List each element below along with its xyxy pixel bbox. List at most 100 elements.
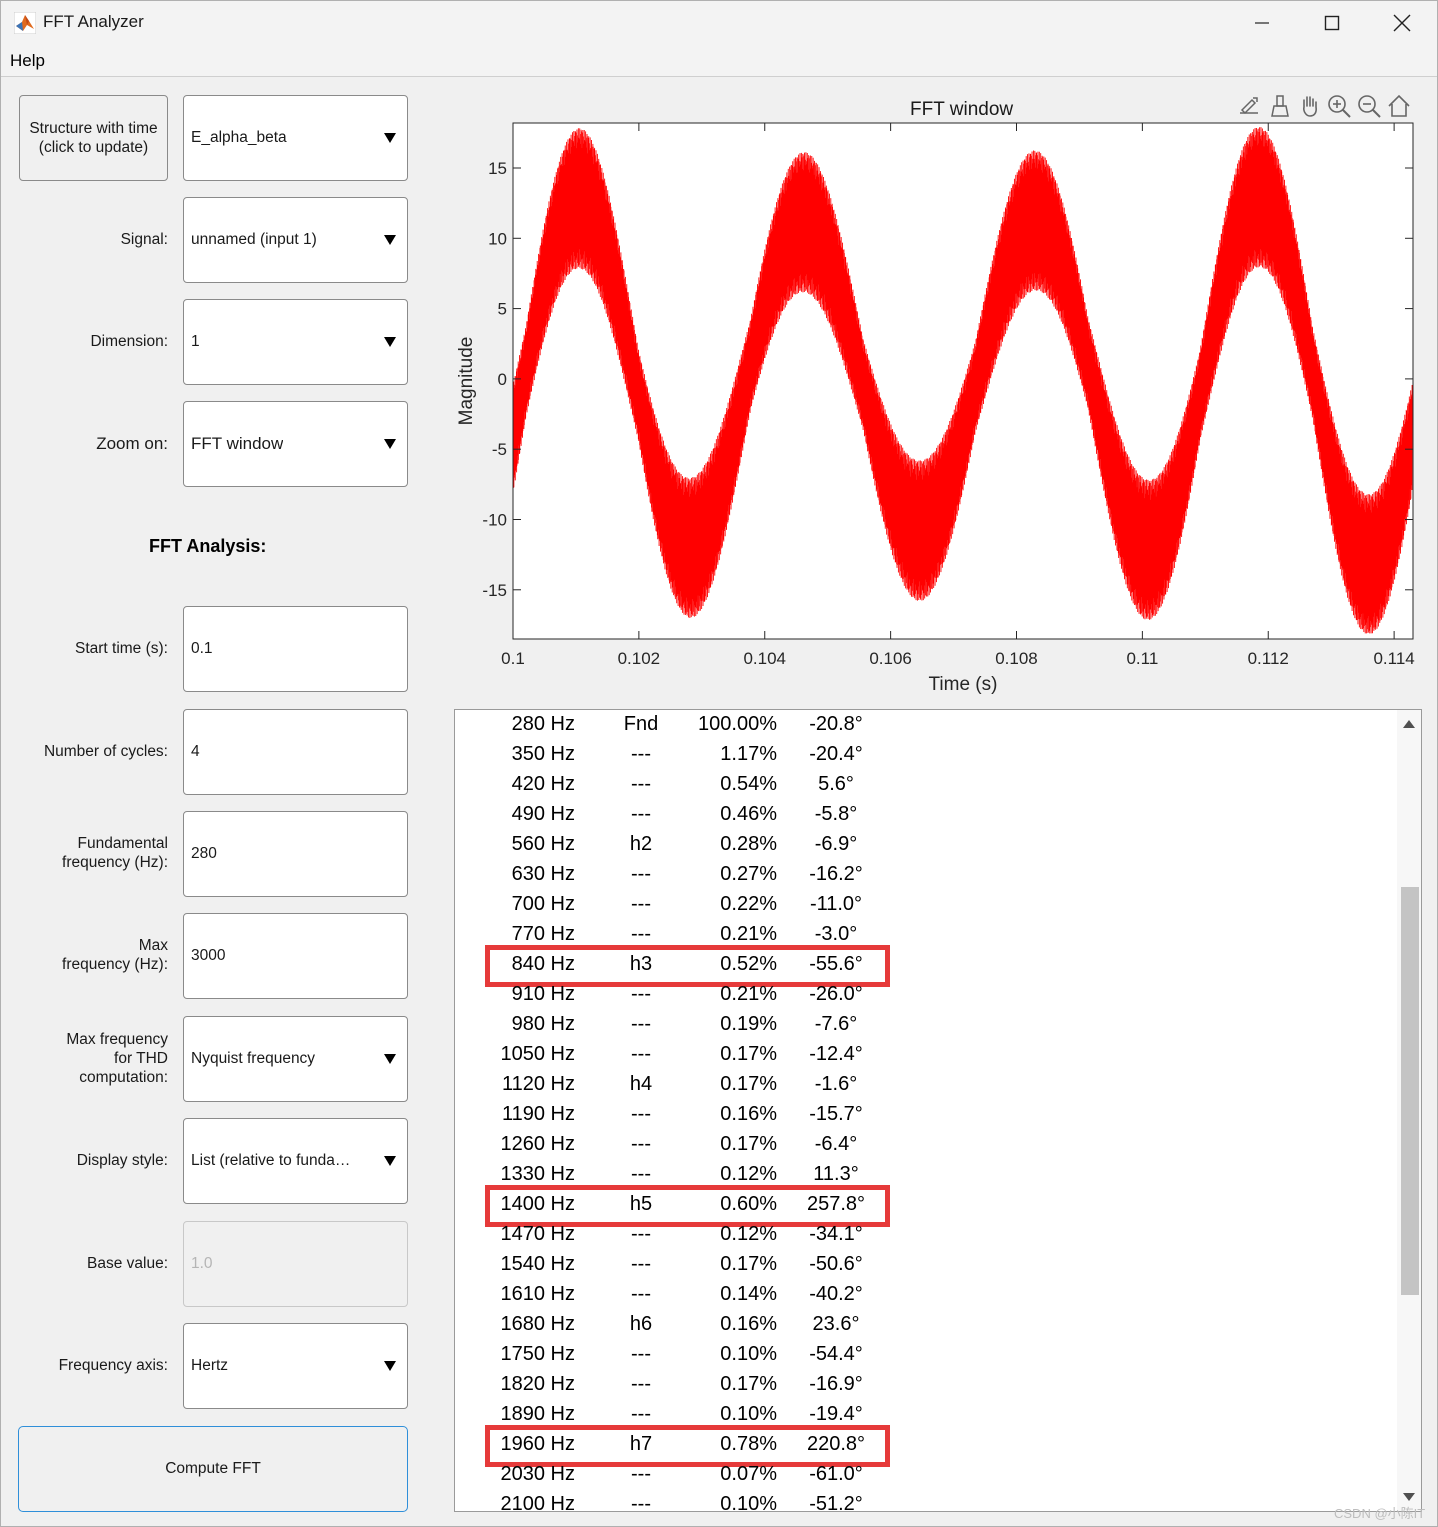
results-scrollbar[interactable]	[1397, 710, 1421, 1511]
y-tick-label: 5	[498, 300, 507, 319]
x-tick-label: 0.106	[869, 649, 912, 668]
export-icon[interactable]	[1236, 93, 1262, 119]
list-item[interactable]: 1610 Hz --- 0.14% -40.2°	[455, 1280, 1395, 1310]
harmonic-magnitude: 0.46%	[720, 803, 777, 825]
list-item[interactable]: 1820 Hz --- 0.17% -16.9°	[455, 1370, 1395, 1400]
start-time-label: Start time (s):	[74, 640, 168, 657]
scroll-down-icon[interactable]	[1403, 1493, 1415, 1501]
zoom-dropdown[interactable]: FFT window	[183, 401, 408, 487]
harmonic-frequency: 910 Hz	[511, 983, 575, 1005]
structure-update-button[interactable]: Structure with time (click to update)	[19, 95, 168, 181]
cycles-field[interactable]: 4	[183, 709, 408, 795]
harmonic-phase: -15.7°	[809, 1103, 863, 1125]
harmonic-order: ---	[631, 1283, 651, 1305]
dropdown-caret-icon	[384, 439, 396, 449]
list-item[interactable]: 1190 Hz --- 0.16% -15.7°	[455, 1100, 1395, 1130]
maximize-button[interactable]	[1297, 1, 1367, 45]
list-item[interactable]: 1050 Hz --- 0.17% -12.4°	[455, 1040, 1395, 1070]
base-value-field: 1.0	[183, 1221, 408, 1307]
harmonic-order: ---	[631, 893, 651, 915]
harmonic-magnitude: 0.54%	[720, 773, 777, 795]
harmonic-order: ---	[631, 1043, 651, 1065]
list-item[interactable]: 910 Hz --- 0.21% -26.0°	[455, 980, 1395, 1010]
harmonic-order: ---	[631, 1103, 651, 1125]
frequency-axis-value: Hertz	[191, 1357, 229, 1374]
fft-results-list[interactable]: 280 Hz Fnd 100.00% -20.8° 350 Hz --- 1.17% -20.…	[454, 709, 1422, 1512]
harmonic-magnitude: 0.19%	[720, 1013, 777, 1035]
list-item[interactable]: 2100 Hz --- 0.10% -51.2°	[455, 1490, 1395, 1512]
fft-analysis-title: FFT Analysis:	[149, 536, 267, 556]
list-item[interactable]: 1470 Hz --- 0.12% -34.1°	[455, 1220, 1395, 1250]
frequency-axis-dropdown[interactable]: Hertz	[183, 1323, 408, 1409]
zoom-in-icon[interactable]	[1326, 93, 1352, 119]
list-item[interactable]: 420 Hz --- 0.54% 5.6°	[455, 770, 1395, 800]
harmonic-phase: 23.6°	[812, 1313, 860, 1335]
list-item[interactable]: 630 Hz --- 0.27% -16.2°	[455, 860, 1395, 890]
fundamental-frequency-field[interactable]: 280	[183, 811, 408, 897]
harmonic-frequency: 560 Hz	[511, 833, 575, 855]
list-item[interactable]: 1260 Hz --- 0.17% -6.4°	[455, 1130, 1395, 1160]
list-item[interactable]: 1750 Hz --- 0.10% -54.4°	[455, 1340, 1395, 1370]
harmonic-magnitude: 100.00%	[698, 713, 777, 735]
signal-value: unnamed (input 1)	[191, 231, 317, 248]
close-button[interactable]	[1367, 1, 1437, 45]
base-value-label: Base value:	[87, 1255, 168, 1272]
thd-max-frequency-label: Max frequency for THD computation:	[66, 1031, 168, 1086]
thd-max-frequency-dropdown[interactable]: Nyquist frequency	[183, 1016, 408, 1102]
list-item[interactable]: 1120 Hz h4 0.17% -1.6°	[455, 1070, 1395, 1100]
structure-dropdown[interactable]: E_alpha_beta	[183, 95, 408, 181]
harmonic-frequency: 280 Hz	[511, 713, 575, 735]
x-axis-label: Time (s)	[929, 674, 998, 695]
harmonic-frequency: 700 Hz	[511, 893, 575, 915]
harmonic-magnitude: 0.12%	[720, 1223, 777, 1245]
harmonic-magnitude: 0.27%	[720, 863, 777, 885]
list-item[interactable]: 1680 Hz h6 0.16% 23.6°	[455, 1310, 1395, 1340]
list-item[interactable]: 350 Hz --- 1.17% -20.4°	[455, 740, 1395, 770]
home-icon[interactable]	[1386, 93, 1412, 119]
close-icon	[1393, 14, 1411, 32]
list-item[interactable]: 2030 Hz --- 0.07% -61.0°	[455, 1460, 1395, 1490]
signal-dropdown[interactable]: unnamed (input 1)	[183, 197, 408, 283]
list-item[interactable]: 980 Hz --- 0.19% -7.6°	[455, 1010, 1395, 1040]
harmonic-phase: -20.4°	[809, 743, 863, 765]
harmonic-phase: 11.3°	[813, 1163, 859, 1185]
harmonic-phase: -50.6°	[809, 1253, 863, 1275]
harmonic-magnitude: 0.10%	[720, 1493, 777, 1512]
harmonic-magnitude: 1.17%	[720, 743, 777, 765]
harmonic-frequency: 1680 Hz	[500, 1313, 576, 1335]
menu-help[interactable]: Help	[10, 51, 45, 71]
list-item[interactable]: 490 Hz --- 0.46% -5.8°	[455, 800, 1395, 830]
zoom-out-icon[interactable]	[1356, 93, 1382, 119]
harmonic-frequency: 2030 Hz	[500, 1463, 576, 1485]
start-time-field[interactable]: 0.1	[183, 606, 408, 692]
harmonic-phase: -54.4°	[809, 1343, 863, 1365]
harmonic-magnitude: 0.17%	[720, 1133, 777, 1155]
harmonic-magnitude: 0.17%	[720, 1253, 777, 1275]
harmonic-phase: -12.4°	[809, 1043, 863, 1065]
compute-fft-button[interactable]: Compute FFT	[18, 1426, 408, 1512]
harmonic-magnitude: 0.17%	[720, 1043, 777, 1065]
minimize-button[interactable]	[1227, 1, 1297, 45]
brush-icon[interactable]	[1267, 93, 1293, 119]
scroll-up-icon[interactable]	[1403, 720, 1415, 728]
scroll-thumb[interactable]	[1401, 887, 1419, 1295]
list-item[interactable]: 560 Hz h2 0.28% -6.9°	[455, 830, 1395, 860]
harmonic-order: ---	[631, 863, 651, 885]
pan-hand-icon[interactable]	[1297, 93, 1323, 119]
harmonic-magnitude: 0.28%	[720, 833, 777, 855]
harmonic-frequency: 1120 Hz	[501, 1073, 575, 1095]
structure-button-label: Structure with time (click to update)	[29, 120, 158, 156]
display-style-dropdown[interactable]: List (relative to funda…	[183, 1118, 408, 1204]
y-tick-label: 0	[498, 370, 507, 389]
harmonic-magnitude: 0.21%	[720, 983, 777, 1005]
display-style-value: List (relative to funda…	[191, 1152, 351, 1169]
dimension-dropdown[interactable]: 1	[183, 299, 408, 385]
x-tick-label: 0.102	[618, 649, 661, 668]
harmonic-order: h4	[629, 1073, 653, 1095]
harmonic-frequency: 1610 Hz	[500, 1283, 576, 1305]
harmonic-order: ---	[631, 1013, 651, 1035]
max-frequency-field[interactable]: 3000	[183, 913, 408, 999]
list-item[interactable]: 700 Hz --- 0.22% -11.0°	[455, 890, 1395, 920]
list-item[interactable]: 1540 Hz --- 0.17% -50.6°	[455, 1250, 1395, 1280]
list-item[interactable]: 280 Hz Fnd 100.00% -20.8°	[455, 710, 1395, 740]
